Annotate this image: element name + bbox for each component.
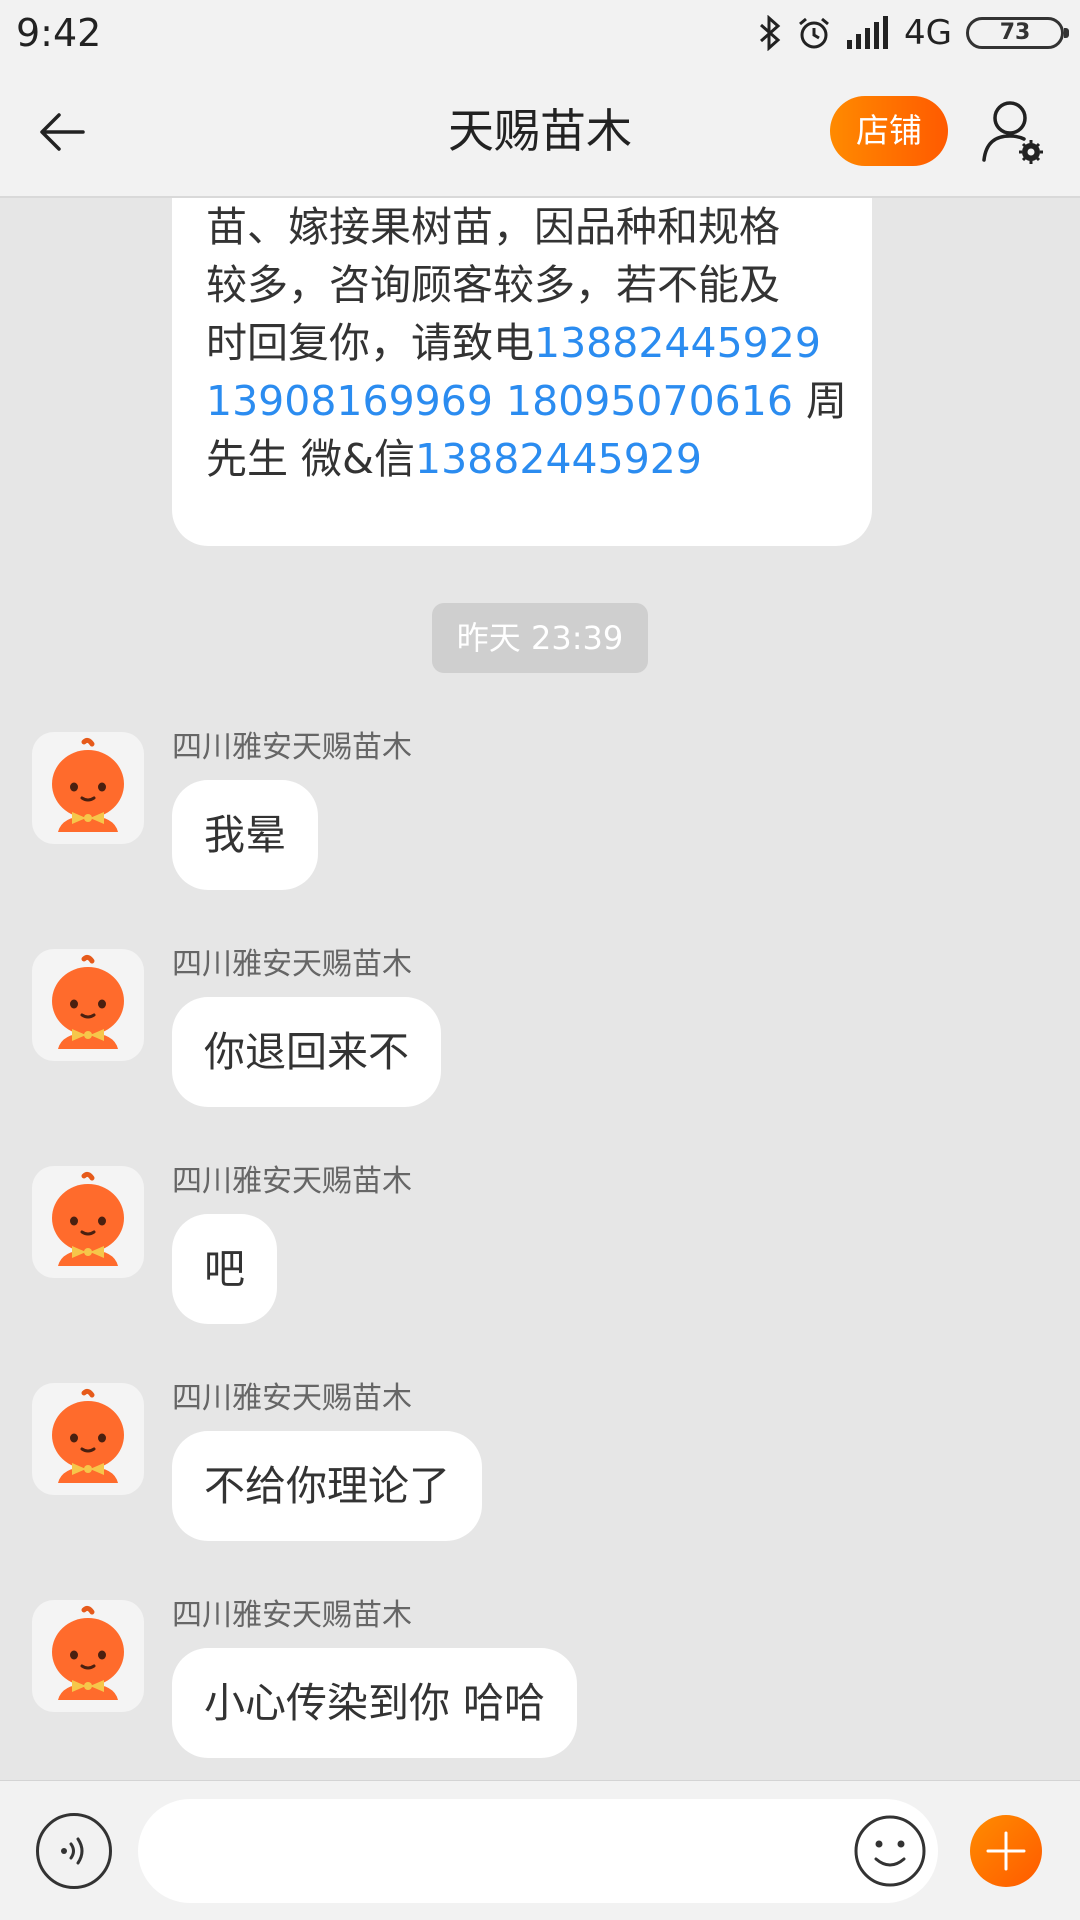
info-text-segment: 先生 微&信 bbox=[206, 435, 416, 483]
phone-link[interactable]: 13882445929 bbox=[534, 319, 821, 367]
orange-mascot-avatar-icon bbox=[52, 1388, 124, 1483]
info-line: 苗、嫁接果树苗，因品种和规格 bbox=[206, 198, 842, 256]
plus-icon bbox=[986, 1831, 1026, 1871]
alarm-icon bbox=[799, 17, 829, 49]
message-bubble[interactable]: 你退回来不 bbox=[172, 997, 441, 1107]
sender-avatar[interactable] bbox=[32, 1383, 144, 1495]
info-text-segment: 苗、嫁接果树苗，因品种和规格 bbox=[206, 203, 780, 251]
info-line: 时回复你，请致电13882445929 bbox=[206, 314, 842, 372]
message-row: 四川雅安天赐苗木 我晕 bbox=[0, 730, 1080, 910]
message-row: 四川雅安天赐苗木 小心传染到你 哈哈 bbox=[0, 1598, 1080, 1778]
signal-icon bbox=[847, 16, 889, 49]
message-input[interactable] bbox=[138, 1799, 938, 1903]
info-text: 木等珍稀名贵树苗及各种风景树苗、嫁接果树苗，因品种和规格较多，咨询顾客较多，若不… bbox=[206, 198, 847, 488]
phone-link[interactable]: 18095070616 bbox=[506, 377, 793, 425]
status-time: 9:42 bbox=[16, 11, 102, 55]
voice-icon bbox=[61, 1837, 84, 1865]
input-bar bbox=[0, 1780, 1080, 1920]
sender-name: 四川雅安天赐苗木 bbox=[172, 947, 412, 982]
message-timestamp: 昨天 23:39 bbox=[432, 603, 648, 673]
chat-messages[interactable]: 木等珍稀名贵树苗及各种风景树苗、嫁接果树苗，因品种和规格较多，咨询顾客较多，若不… bbox=[0, 198, 1080, 1780]
info-line: 13908169969 18095070616 周 bbox=[206, 372, 847, 430]
info-text-segment: 周 bbox=[792, 377, 847, 425]
sender-name: 四川雅安天赐苗木 bbox=[172, 1381, 412, 1416]
orange-mascot-avatar-icon bbox=[52, 1605, 124, 1700]
info-line: 较多，咨询顾客较多，若不能及 bbox=[206, 256, 842, 314]
user-settings-icon bbox=[982, 101, 1043, 164]
voice-button[interactable] bbox=[36, 1813, 112, 1889]
orange-mascot-avatar-icon bbox=[52, 954, 124, 1049]
info-text-segment bbox=[493, 377, 506, 425]
message-bubble[interactable]: 小心传染到你 哈哈 bbox=[172, 1648, 578, 1758]
phone-link[interactable]: 13908169969 bbox=[206, 377, 493, 425]
status-icons: 4G 73 bbox=[758, 10, 1069, 56]
message-row: 四川雅安天赐苗木 吧 bbox=[0, 1164, 1080, 1344]
back-button[interactable] bbox=[30, 100, 94, 164]
store-button[interactable]: 店铺 bbox=[830, 96, 948, 166]
emoji-button[interactable] bbox=[852, 1813, 928, 1889]
message-row: 四川雅安天赐苗木 不给你理论了 bbox=[0, 1381, 1080, 1561]
sender-name: 四川雅安天赐苗木 bbox=[172, 1598, 412, 1633]
sender-avatar[interactable] bbox=[32, 1600, 144, 1712]
phone-link[interactable]: 13882445929 bbox=[415, 435, 702, 483]
sender-avatar[interactable] bbox=[32, 1166, 144, 1278]
network-type: 4G bbox=[904, 13, 952, 53]
orange-mascot-avatar-icon bbox=[52, 737, 124, 832]
battery-level: 73 bbox=[999, 20, 1031, 45]
profile-settings-button[interactable] bbox=[980, 96, 1050, 170]
sender-name: 四川雅安天赐苗木 bbox=[172, 1164, 412, 1199]
sender-name: 四川雅安天赐苗木 bbox=[172, 730, 412, 765]
status-bar: 9:42 4G 73 bbox=[0, 0, 1080, 66]
sender-avatar[interactable] bbox=[32, 949, 144, 1061]
message-bubble[interactable]: 吧 bbox=[172, 1214, 277, 1324]
chat-title: 天赐苗木 bbox=[448, 104, 632, 158]
orange-mascot-avatar-icon bbox=[52, 1171, 124, 1266]
info-line: 先生 微&信13882445929 bbox=[206, 430, 842, 488]
battery-icon: 73 bbox=[966, 17, 1069, 49]
info-text-segment: 较多，咨询顾客较多，若不能及 bbox=[206, 261, 780, 309]
sender-avatar[interactable] bbox=[32, 732, 144, 844]
chat-header: 天赐苗木 店铺 bbox=[0, 66, 1080, 198]
message-row: 四川雅安天赐苗木 你退回来不 bbox=[0, 947, 1080, 1127]
message-bubble-info[interactable]: 木等珍稀名贵树苗及各种风景树苗、嫁接果树苗，因品种和规格较多，咨询顾客较多，若不… bbox=[172, 198, 872, 546]
bluetooth-icon bbox=[760, 15, 781, 51]
more-actions-button[interactable] bbox=[970, 1815, 1042, 1887]
emoji-icon bbox=[854, 1815, 926, 1887]
message-bubble[interactable]: 我晕 bbox=[172, 780, 318, 890]
info-text-segment: 时回复你，请致电 bbox=[206, 319, 534, 367]
message-bubble[interactable]: 不给你理论了 bbox=[172, 1431, 482, 1541]
back-arrow-icon bbox=[40, 113, 85, 151]
chat-screen: 9:42 4G 73 天赐苗木 店铺 苗、嫁接果树苗，因品种和规格 较多，咨询顾… bbox=[0, 0, 1080, 1920]
